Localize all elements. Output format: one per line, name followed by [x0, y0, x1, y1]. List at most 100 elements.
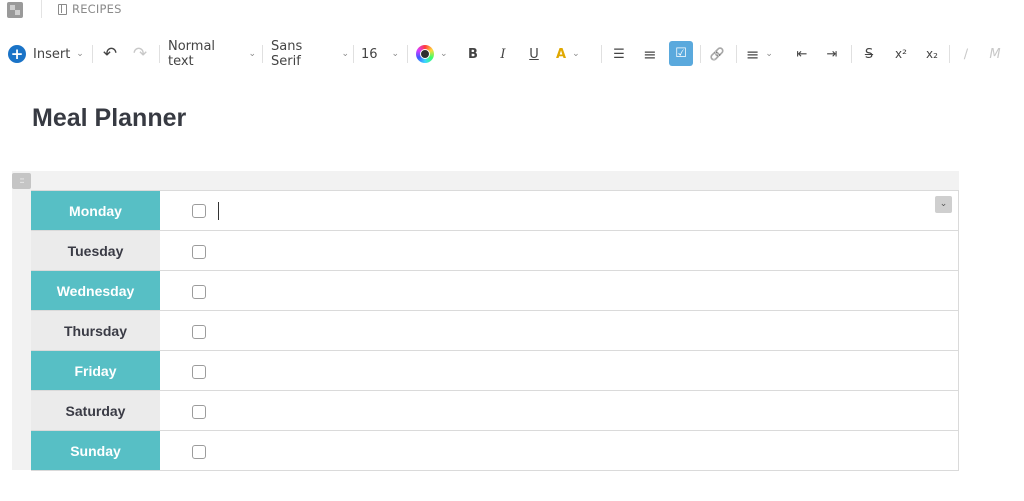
redo-button[interactable]: ↷: [130, 40, 150, 68]
meal-entry-cell[interactable]: [160, 390, 959, 431]
divider: [262, 45, 263, 63]
italic-button[interactable]: I: [494, 40, 512, 68]
table-row: Wednesday: [31, 270, 959, 311]
checkbox[interactable]: [192, 444, 206, 459]
table-row: Saturday: [31, 390, 959, 431]
meal-entry-cell[interactable]: [160, 350, 959, 391]
indent-button[interactable]: ⇥: [823, 40, 841, 68]
divider: [353, 45, 354, 63]
meal-entry-cell[interactable]: [160, 310, 959, 351]
numbered-list-button[interactable]: ≡: [640, 40, 660, 68]
meal-planner-table: Monday ⌄ Tuesday Wednesday Thursday Friday Sat…: [31, 190, 959, 471]
font-size-select[interactable]: 16 ⌄: [361, 40, 401, 68]
day-label[interactable]: Friday: [31, 350, 160, 391]
outdent-button[interactable]: ⇤: [793, 40, 811, 68]
insert-button[interactable]: + Insert ⌄: [8, 40, 86, 68]
drag-handle-icon[interactable]: ::: [12, 173, 31, 189]
checklist-icon: ☑: [675, 46, 687, 61]
underline-icon: U: [529, 46, 539, 62]
numbered-list-icon: ≡: [643, 44, 657, 64]
link-icon: 🔗: [709, 47, 725, 61]
chevron-down-icon: ⌄: [391, 49, 400, 59]
chevron-down-icon: ⌄: [440, 49, 448, 59]
align-icon: ≡: [746, 44, 760, 64]
day-label[interactable]: Sunday: [31, 430, 160, 471]
checkbox[interactable]: [192, 324, 206, 339]
format-painter-button[interactable]: M: [985, 40, 1005, 68]
italic-icon: I: [500, 46, 506, 62]
breadcrumb-label: RECIPES: [72, 2, 122, 16]
divider: [41, 0, 42, 18]
bold-icon: B: [468, 46, 478, 62]
bullet-list-icon: ☰: [613, 46, 625, 62]
divider: [949, 45, 950, 63]
font-family-select[interactable]: Sans Serif ⌄: [271, 39, 349, 69]
resize-icon[interactable]: [7, 2, 23, 18]
checkbox[interactable]: [192, 244, 206, 259]
divider: [851, 45, 852, 63]
divider: [601, 45, 602, 63]
table-row: Tuesday: [31, 230, 959, 271]
day-label[interactable]: Wednesday: [31, 270, 160, 311]
chevron-down-icon: ⌄: [248, 49, 256, 59]
superscript-button[interactable]: x²: [890, 40, 912, 68]
subscript-icon: x₂: [926, 47, 938, 61]
undo-button[interactable]: ↶: [100, 40, 120, 68]
subscript-button[interactable]: x₂: [921, 40, 943, 68]
chevron-down-icon: ⌄: [341, 49, 349, 59]
meal-entry-cell[interactable]: ⌄: [160, 190, 959, 231]
page-icon: [58, 3, 67, 15]
day-label[interactable]: Monday: [31, 190, 160, 231]
table-row: Monday ⌄: [31, 190, 959, 231]
superscript-icon: x²: [895, 47, 907, 61]
highlight-icon: A: [556, 46, 567, 62]
redo-icon: ↷: [132, 44, 148, 64]
day-label[interactable]: Thursday: [31, 310, 160, 351]
outdent-icon: ⇤: [796, 46, 808, 62]
divider: [159, 45, 160, 63]
divider: [736, 45, 737, 63]
link-button[interactable]: 🔗: [707, 40, 727, 68]
meal-entry-cell[interactable]: [160, 270, 959, 311]
day-label[interactable]: Saturday: [31, 390, 160, 431]
strikethrough-button[interactable]: S: [860, 40, 878, 68]
paragraph-style-value: Normal text: [168, 39, 216, 69]
indent-icon: ⇥: [826, 46, 838, 62]
strikethrough-icon: S: [864, 46, 874, 62]
clear-format-button[interactable]: ∕: [957, 40, 975, 68]
chevron-down-icon: ⌄: [765, 49, 773, 59]
day-label[interactable]: Tuesday: [31, 230, 160, 271]
format-painter-icon: M: [989, 46, 1001, 62]
bold-button[interactable]: B: [464, 40, 482, 68]
table-row: Sunday: [31, 430, 959, 471]
paragraph-style-select[interactable]: Normal text ⌄: [168, 39, 256, 69]
divider: [407, 45, 408, 63]
page-title[interactable]: Meal Planner: [32, 104, 186, 133]
bullet-list-button[interactable]: ☰: [609, 40, 629, 68]
checkbox[interactable]: [192, 204, 206, 219]
table-row: Friday: [31, 350, 959, 391]
meal-entry-cell[interactable]: [160, 230, 959, 271]
undo-icon: ↶: [102, 44, 118, 64]
checkbox[interactable]: [192, 404, 206, 419]
meal-entry-cell[interactable]: [160, 430, 959, 471]
font-size-value: 16: [361, 46, 378, 62]
eraser-icon: ∕: [963, 46, 969, 62]
chevron-down-icon: ⌄: [76, 49, 84, 59]
text-cursor: [218, 202, 219, 221]
color-wheel-icon: [416, 45, 434, 63]
highlight-button[interactable]: A ⌄: [556, 40, 592, 68]
checkbox[interactable]: [192, 284, 206, 299]
text-color-button[interactable]: ⌄: [416, 40, 452, 68]
cell-menu-chevron-icon[interactable]: ⌄: [935, 196, 952, 213]
formatting-toolbar: + Insert ⌄ ↶ ↷ Normal text ⌄ Sans Serif …: [0, 39, 1024, 69]
divider: [92, 45, 93, 63]
checkbox[interactable]: [192, 364, 206, 379]
insert-label: Insert: [33, 46, 71, 62]
table-row: Thursday: [31, 310, 959, 351]
top-bar: RECIPES: [0, 0, 1024, 22]
align-select[interactable]: ≡ ⌄: [746, 40, 782, 68]
checklist-button[interactable]: ☑: [669, 41, 693, 66]
underline-button[interactable]: U: [525, 40, 543, 68]
breadcrumb[interactable]: RECIPES: [58, 2, 122, 16]
